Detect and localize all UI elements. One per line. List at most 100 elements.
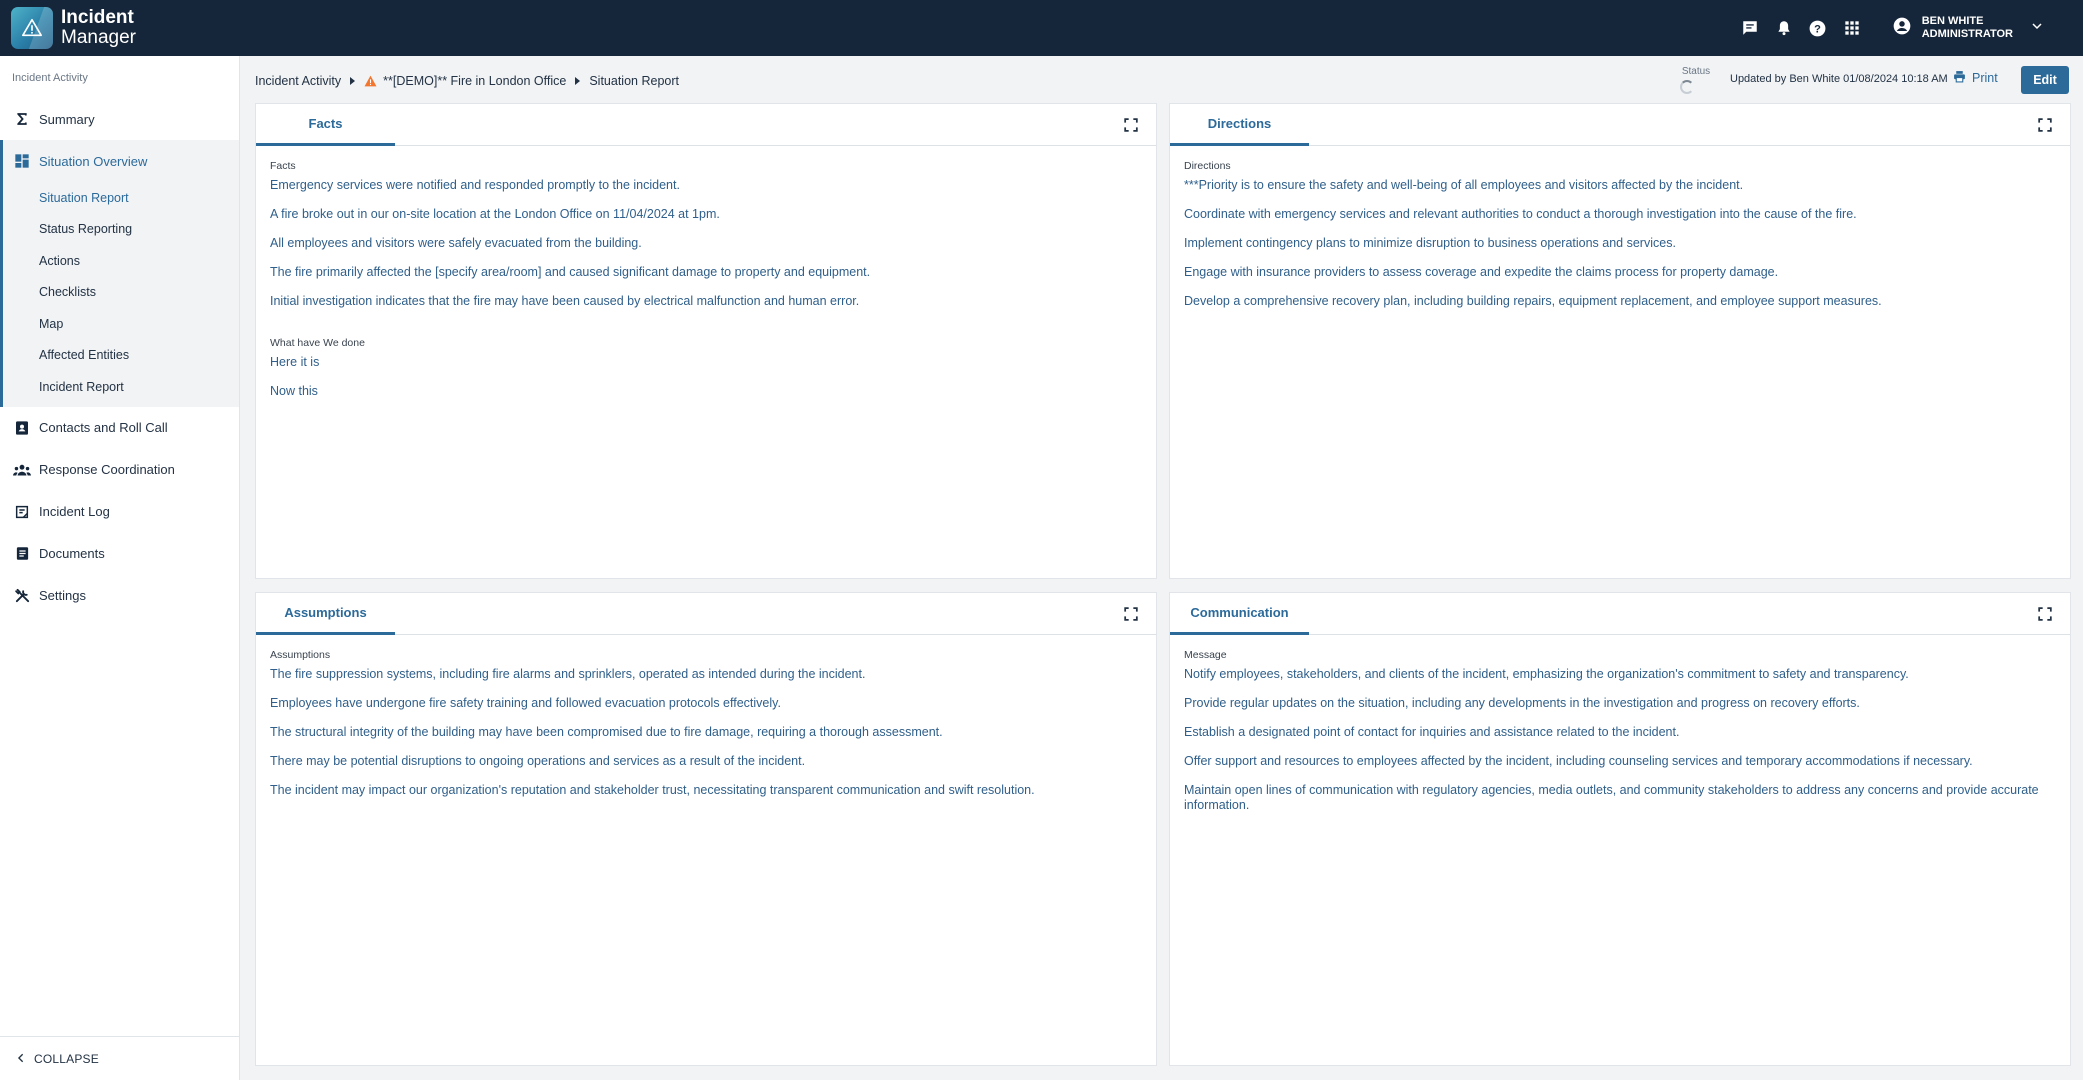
field-label: Assumptions xyxy=(270,649,331,661)
facts-tabs: Facts xyxy=(256,104,1156,146)
chat-icon[interactable] xyxy=(1740,18,1760,38)
list-item: Initial investigation indicates that the… xyxy=(270,294,860,308)
collapse-label: COLLAPSE xyxy=(34,1051,99,1066)
sidebar-subitem-checklists[interactable]: Checklists xyxy=(3,277,239,309)
tab-assumptions[interactable]: Assumptions xyxy=(256,593,395,635)
list-item: Implement contingency plans to minimize … xyxy=(1184,236,1676,250)
breadcrumb-current: Situation Report xyxy=(589,74,679,88)
list-item: Here it is xyxy=(270,354,320,369)
fullscreen-icon[interactable] xyxy=(1124,607,1138,621)
app-logo[interactable]: Incident Manager xyxy=(11,7,136,49)
sidebar-item-documents[interactable]: Documents xyxy=(0,533,239,575)
list-item: ***Priority is to ensure the safety and … xyxy=(1184,178,1744,192)
bell-icon[interactable] xyxy=(1774,18,1794,38)
top-bar: Incident Manager ? BEN WHITE ADMINISTRAT… xyxy=(0,0,2083,56)
facts-panel: Facts Facts Emergency services were noti… xyxy=(255,103,1157,579)
sidebar-subitem-affected-entities[interactable]: Affected Entities xyxy=(3,340,239,372)
sidebar-item-label: Summary xyxy=(39,111,95,127)
field-label: Facts xyxy=(270,160,296,172)
what-have-we-done-field: What have We done Here it is Now this xyxy=(270,337,1142,399)
list-item: Offer support and resources to employees… xyxy=(1184,754,1973,768)
sidebar-item-label: Incident Log xyxy=(39,504,110,519)
apps-grid-icon[interactable] xyxy=(1842,18,1862,38)
updated-by-text: Updated by Ben White 01/08/2024 10:18 AM xyxy=(1730,73,1948,85)
document-icon xyxy=(13,545,31,563)
tab-facts[interactable]: Facts xyxy=(256,104,395,146)
app-title: Incident Manager xyxy=(61,8,136,48)
sidebar-item-incident-log[interactable]: Incident Log xyxy=(0,491,239,533)
app-title-line1: Incident xyxy=(61,7,134,28)
communication-tabs: Communication xyxy=(1170,593,2070,635)
sigma-icon xyxy=(13,110,31,128)
sidebar-item-label: Contacts and Roll Call xyxy=(39,420,168,435)
sidebar-header: Incident Activity xyxy=(12,72,88,84)
chevron-left-icon xyxy=(16,1052,26,1066)
message-field: Message Notify employees, stakeholders, … xyxy=(1184,649,2056,812)
sidebar-item-situation-overview[interactable]: Situation Overview xyxy=(3,140,239,182)
status-label: Status xyxy=(1681,66,1711,77)
list-item: A fire broke out in our on-site location… xyxy=(270,207,720,221)
status-indicator: Status xyxy=(1676,66,1716,94)
sidebar-group-situation-overview: Situation Overview Situation Report Stat… xyxy=(0,140,239,407)
assumptions-field: Assumptions The fire suppression systems… xyxy=(270,649,1142,798)
sidebar-subitem-situation-report[interactable]: Situation Report xyxy=(3,182,239,214)
sidebar-item-response-coordination[interactable]: Response Coordination xyxy=(0,449,239,491)
chevron-down-icon[interactable] xyxy=(2031,19,2043,37)
warning-icon xyxy=(364,75,377,87)
list-item: Develop a comprehensive recovery plan, i… xyxy=(1184,294,1882,308)
list-item: Engage with insurance providers to asses… xyxy=(1184,265,1779,279)
field-label: What have We done xyxy=(270,336,365,349)
sidebar-item-contacts[interactable]: Contacts and Roll Call xyxy=(0,407,239,449)
tools-icon xyxy=(13,587,31,605)
field-label: Message xyxy=(1184,649,1227,661)
list-item: Provide regular updates on the situation… xyxy=(1184,696,1860,710)
list-item: Coordinate with emergency services and r… xyxy=(1184,207,1857,221)
list-item: There may be potential disruptions to on… xyxy=(270,754,806,768)
directions-panel: Directions Directions ***Priority is to … xyxy=(1169,103,2071,579)
fullscreen-icon[interactable] xyxy=(2038,118,2052,132)
list-item: Establish a designated point of contact … xyxy=(1184,725,1680,739)
print-button[interactable]: Print xyxy=(1953,68,1998,88)
sidebar-item-label: Settings xyxy=(39,588,86,603)
print-label: Print xyxy=(1972,71,1998,85)
tab-communication[interactable]: Communication xyxy=(1170,593,1309,635)
contacts-icon xyxy=(13,419,31,437)
field-label: Directions xyxy=(1184,160,1231,172)
tab-directions[interactable]: Directions xyxy=(1170,104,1309,146)
list-item: Now this xyxy=(270,383,318,398)
printer-icon xyxy=(1953,70,1966,86)
sidebar: Incident Activity Summary Situation Over… xyxy=(0,56,240,1080)
user-menu[interactable]: BEN WHITE ADMINISTRATOR xyxy=(1892,15,2043,41)
fullscreen-icon[interactable] xyxy=(2038,607,2052,621)
sidebar-subitem-actions[interactable]: Actions xyxy=(3,245,239,277)
group-icon xyxy=(13,461,31,479)
sidebar-subitem-incident-report[interactable]: Incident Report xyxy=(3,371,239,403)
list-item: All employees and visitors were safely e… xyxy=(270,236,642,250)
list-item: The fire primarily affected the [specify… xyxy=(270,265,871,279)
app-title-line2: Manager xyxy=(61,27,136,48)
list-item: Maintain open lines of communication wit… xyxy=(1184,783,2039,812)
fullscreen-icon[interactable] xyxy=(1124,118,1138,132)
assumptions-panel: Assumptions Assumptions The fire suppres… xyxy=(255,592,1157,1066)
user-name: BEN WHITE xyxy=(1921,15,1984,27)
breadcrumb-root[interactable]: Incident Activity xyxy=(255,74,341,88)
sidebar-item-settings[interactable]: Settings xyxy=(0,575,239,617)
warning-logo-icon xyxy=(11,7,53,49)
sidebar-subitem-map[interactable]: Map xyxy=(3,308,239,340)
facts-field: Facts Emergency services were notified a… xyxy=(270,160,1142,309)
list-item: Notify employees, stakeholders, and clie… xyxy=(1184,667,1909,681)
breadcrumb-separator-icon xyxy=(350,77,356,85)
list-item: The structural integrity of the building… xyxy=(270,725,943,739)
collapse-sidebar-button[interactable]: COLLAPSE xyxy=(0,1036,239,1080)
help-icon[interactable]: ? xyxy=(1808,18,1828,38)
dashboard-icon xyxy=(13,152,31,170)
sidebar-subitem-status-reporting[interactable]: Status Reporting xyxy=(3,214,239,246)
account-circle-icon xyxy=(1892,16,1912,41)
sidebar-item-label: Response Coordination xyxy=(39,462,175,477)
directions-field: Directions ***Priority is to ensure the … xyxy=(1184,160,2056,309)
edit-button[interactable]: Edit xyxy=(2021,66,2069,94)
list-item: The fire suppression systems, including … xyxy=(270,667,866,681)
sidebar-item-summary[interactable]: Summary xyxy=(0,98,239,140)
breadcrumb-incident[interactable]: **[DEMO]** Fire in London Office xyxy=(383,74,566,88)
svg-text:?: ? xyxy=(1814,23,1821,35)
